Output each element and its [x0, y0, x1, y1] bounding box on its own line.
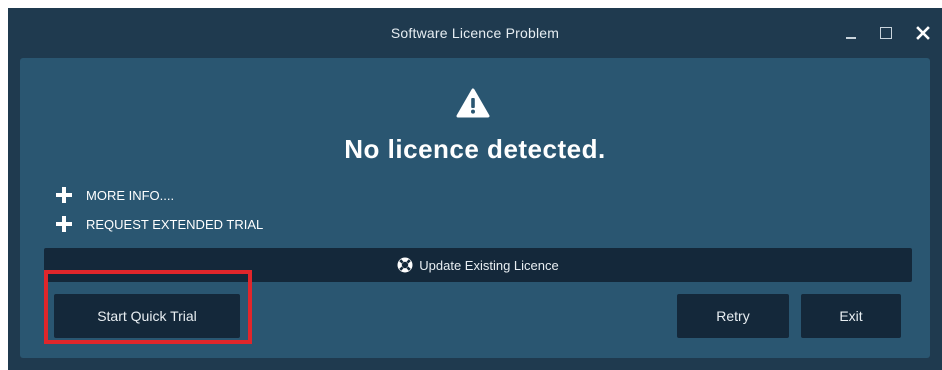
- plus-icon: [56, 187, 72, 203]
- window-title: Software Licence Problem: [390, 25, 560, 41]
- minimize-button[interactable]: [836, 18, 866, 48]
- request-extended-trial-expander[interactable]: REQUEST EXTENDED TRIAL: [56, 214, 263, 234]
- exit-button[interactable]: Exit: [801, 294, 901, 338]
- warning-icon: [456, 88, 490, 118]
- close-button[interactable]: [908, 18, 938, 48]
- licence-dialog-window: Software Licence Problem No licence dete…: [8, 8, 942, 370]
- request-trial-label: REQUEST EXTENDED TRIAL: [86, 216, 264, 232]
- update-existing-licence-button[interactable]: Update Existing Licence: [44, 248, 912, 282]
- no-licence-heading: No licence detected.: [344, 134, 606, 164]
- content-panel: No licence detected. MORE INFO.... REQUE…: [20, 58, 930, 358]
- maximize-icon: [880, 27, 892, 39]
- plus-icon: [56, 216, 72, 232]
- update-licence-label: Update Existing Licence: [419, 257, 559, 273]
- title-bar[interactable]: Software Licence Problem: [8, 8, 942, 58]
- lifebuoy-icon: [397, 257, 413, 273]
- minimize-icon: [846, 37, 856, 39]
- retry-button[interactable]: Retry: [677, 294, 789, 338]
- more-info-expander[interactable]: MORE INFO....: [56, 185, 174, 205]
- maximize-button[interactable]: [871, 18, 901, 48]
- more-info-label: MORE INFO....: [86, 187, 175, 203]
- close-icon: [916, 26, 930, 40]
- start-quick-trial-button[interactable]: Start Quick Trial: [54, 294, 240, 338]
